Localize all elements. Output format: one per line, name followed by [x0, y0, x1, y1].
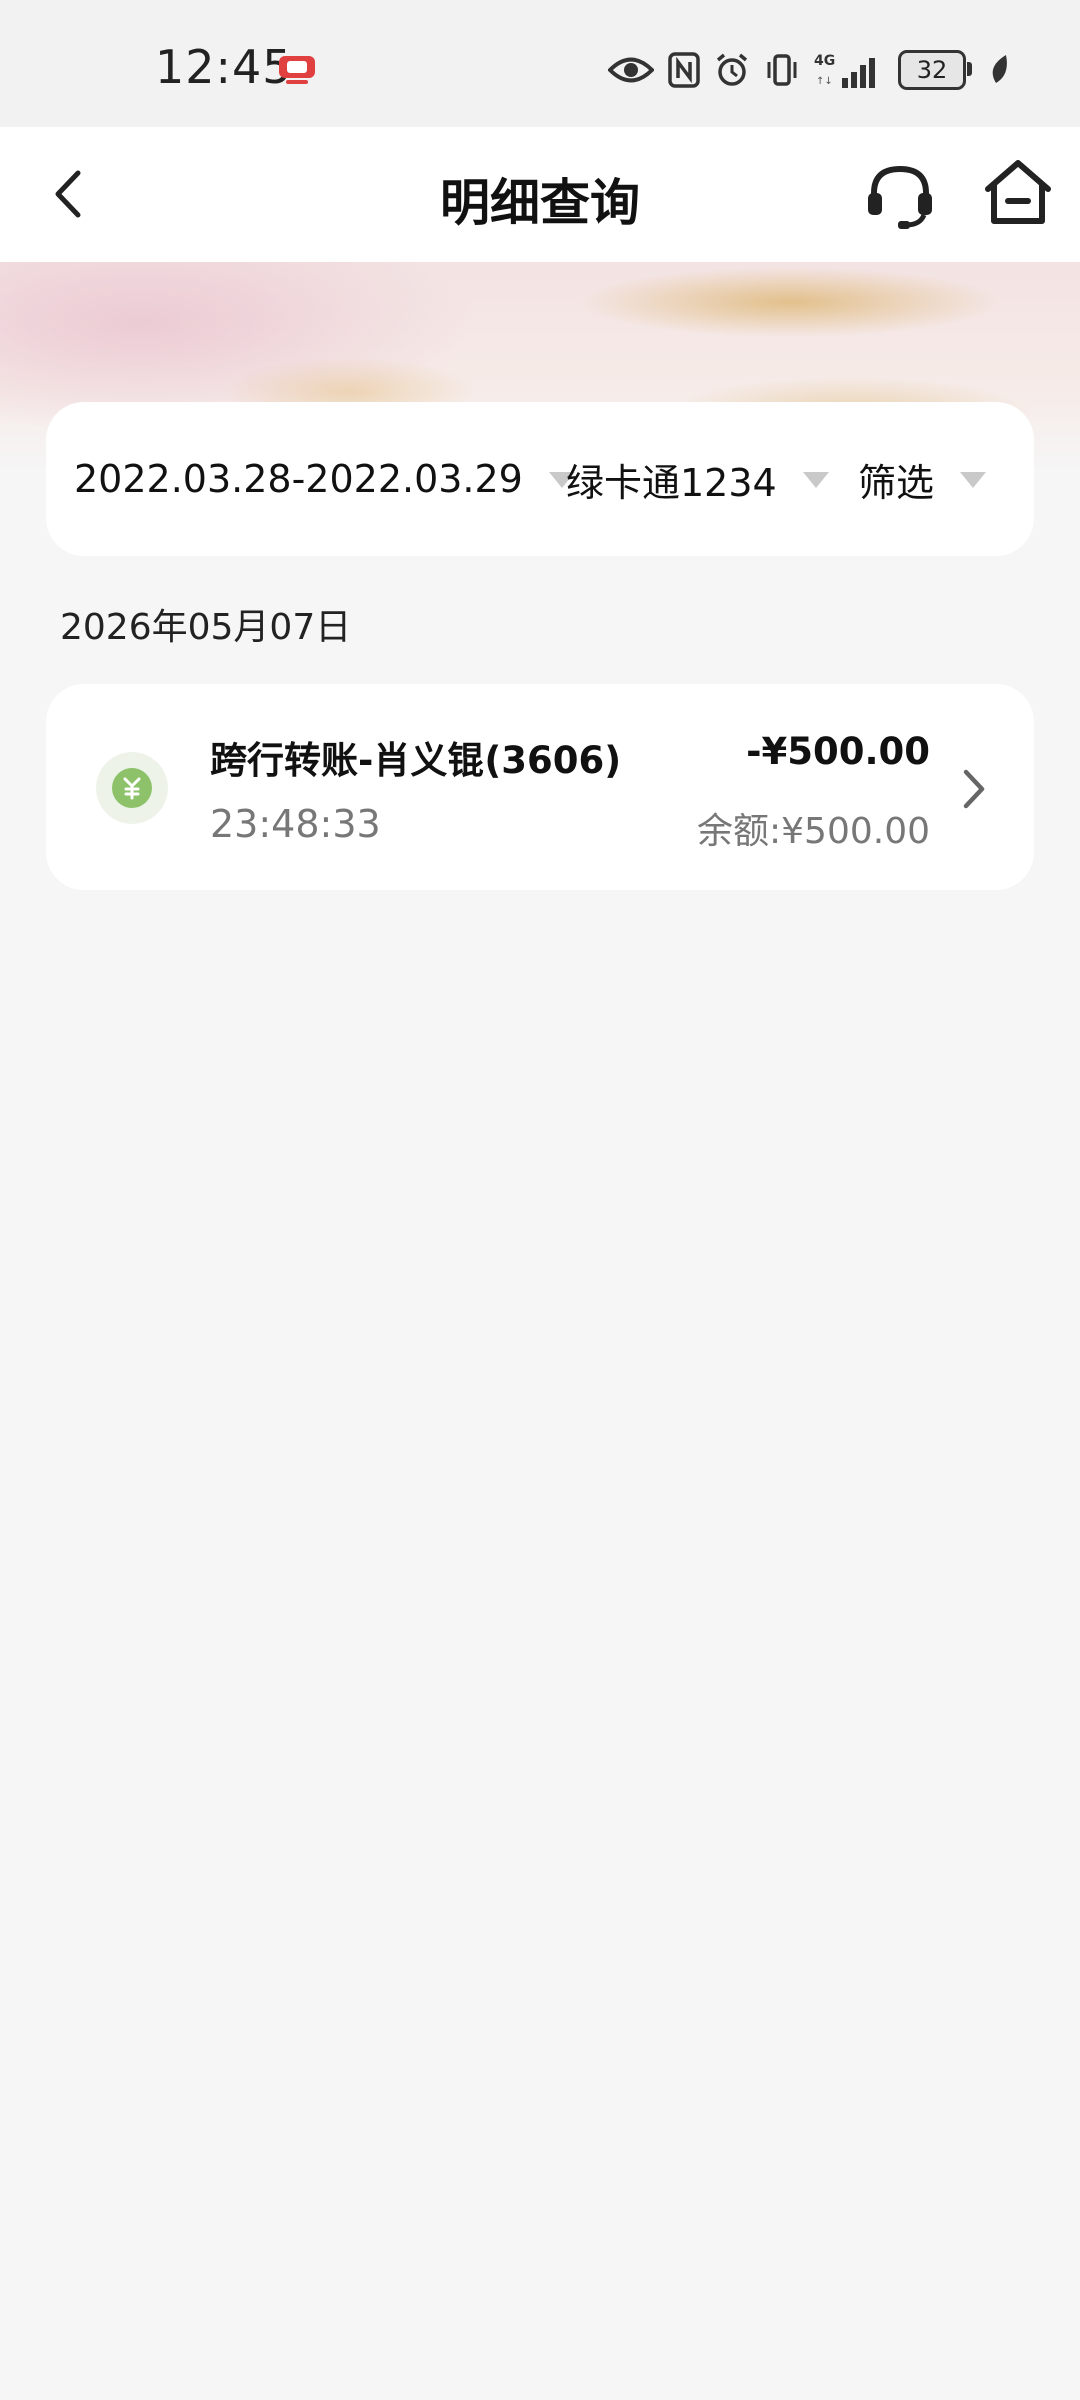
eye-icon	[608, 57, 654, 83]
date-group-header: 2026年05月07日	[60, 607, 352, 648]
battery-level: 32	[916, 56, 948, 84]
yuan-coin-icon	[96, 752, 168, 824]
vibrate-icon	[767, 54, 797, 86]
signal-4g-icon: 4G ↑↓	[814, 53, 875, 88]
filter-bar: 2022.03.28-2022.03.29 绿卡通1234 筛选	[46, 402, 1034, 556]
chevron-right-icon	[963, 769, 985, 809]
home-icon[interactable]	[980, 155, 1056, 231]
caret-down-icon	[802, 472, 829, 488]
status-time: 12:45	[155, 40, 293, 94]
transaction-title: 跨行转账-肖义锟(3606)	[210, 739, 622, 782]
alarm-icon	[716, 53, 748, 86]
screen-label: 筛选	[858, 460, 935, 505]
date-range-filter[interactable]: 2022.03.28-2022.03.29	[74, 402, 575, 556]
card-filter[interactable]: 绿卡通1234	[566, 402, 829, 556]
transaction-amount: -¥500.00	[746, 730, 930, 773]
transaction-row[interactable]: 跨行转账-肖义锟(3606) 23:48:33 -¥500.00 余额:¥500…	[46, 684, 1034, 890]
svg-text:4G: 4G	[814, 53, 835, 69]
status-icons: 4G ↑↓ 32	[608, 48, 1010, 92]
svg-text:↑↓: ↑↓	[816, 76, 833, 87]
transaction-balance: 余额:¥500.00	[697, 811, 930, 852]
headset-icon[interactable]	[862, 157, 938, 233]
screen-filter[interactable]: 筛选	[858, 402, 987, 556]
nfc-icon	[668, 52, 700, 88]
caret-down-icon	[960, 472, 987, 488]
leaf-icon	[992, 55, 1007, 83]
status-bar: 12:45 4G ↑↓ 32	[0, 0, 1080, 127]
card-label: 绿卡通1234	[566, 460, 777, 505]
battery-icon: 32	[898, 50, 972, 90]
app-notification-icon	[279, 56, 315, 84]
nav-bar: 明细查询	[0, 127, 1080, 262]
date-range-label: 2022.03.28-2022.03.29	[74, 457, 523, 501]
transaction-time: 23:48:33	[210, 802, 381, 846]
